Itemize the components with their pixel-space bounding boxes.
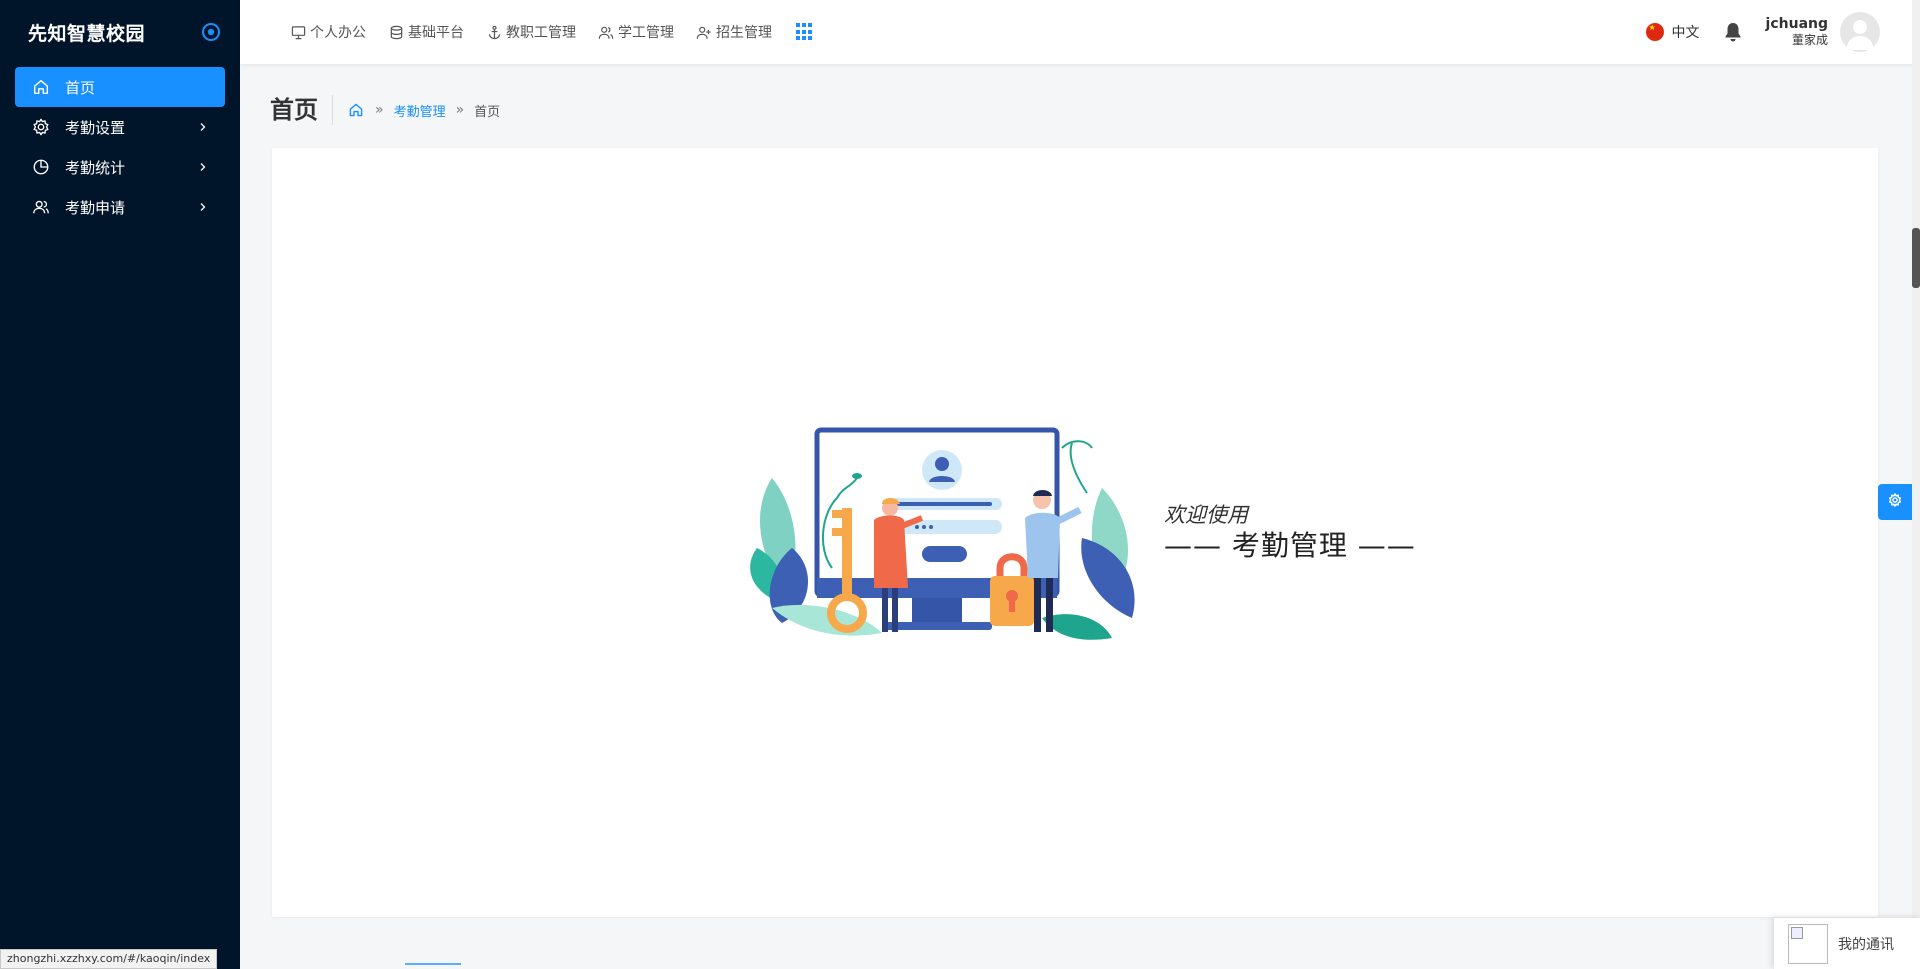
breadcrumb-separator: » (375, 102, 384, 118)
sidebar-item-label: 考勤设置 (65, 118, 126, 137)
sidebar-item-label: 考勤申请 (65, 198, 126, 217)
welcome-title: —— 考勤管理 —— (1164, 529, 1416, 562)
app-grid-icon[interactable] (796, 23, 814, 41)
bell-icon[interactable] (1722, 21, 1744, 43)
language-label: 中文 (1671, 25, 1700, 41)
home-icon (31, 77, 51, 97)
scrollbar-track[interactable] (1912, 0, 1920, 969)
pie-chart-icon (31, 157, 51, 177)
contacts-widget[interactable]: 我的通讯 (1774, 918, 1920, 969)
sidebar-item-label: 考勤统计 (65, 158, 126, 177)
sidebar-item-label: 首页 (65, 78, 96, 97)
chevron-right-icon (197, 201, 209, 213)
nav-base-platform[interactable]: 基础平台 (388, 22, 464, 42)
nav-admission-management[interactable]: 招生管理 (696, 22, 772, 42)
user-add-icon (696, 24, 712, 40)
page-title: 首页 (270, 95, 333, 125)
nav-label: 教职工管理 (506, 25, 576, 41)
brand-title: 先知智慧校园 (28, 22, 146, 45)
nav-label: 招生管理 (716, 25, 772, 41)
welcome-illustration (750, 427, 1135, 640)
nav-personal-office[interactable]: 个人办公 (290, 22, 366, 42)
footer-link-peek (405, 963, 461, 969)
monitor-icon (290, 24, 306, 40)
sidebar-item-attendance-stats[interactable]: 考勤统计 (15, 147, 225, 187)
gear-icon (31, 117, 51, 137)
breadcrumb-link-attendance[interactable]: 考勤管理 (394, 101, 446, 120)
scrollbar-thumb[interactable] (1912, 228, 1920, 288)
nav-staff-management[interactable]: 教职工管理 (486, 22, 576, 42)
users-icon (31, 197, 51, 217)
user-name: jchuang (1765, 16, 1828, 32)
nav-label: 学工管理 (618, 25, 674, 41)
database-icon (388, 24, 404, 40)
welcome-subtitle: 欢迎使用 (1164, 503, 1248, 527)
breadcrumb-home-icon[interactable] (347, 101, 365, 119)
user-info: jchuang 董家成 (1766, 16, 1828, 48)
gear-icon (1888, 492, 1902, 511)
sidebar-item-attendance-settings[interactable]: 考勤设置 (15, 107, 225, 147)
language-switcher[interactable]: 中文 (1645, 22, 1700, 42)
sidebar-item-attendance-apply[interactable]: 考勤申请 (15, 187, 225, 227)
breadcrumb: » 考勤管理 » 首页 (333, 101, 500, 120)
contacts-image-icon (1788, 923, 1828, 964)
header-right: 中文 jchuang 董家成 (1645, 0, 1880, 64)
nav-label: 基础平台 (408, 25, 464, 41)
users-icon (598, 24, 614, 40)
welcome-text: 欢迎使用 —— 考勤管理 —— (1164, 502, 1416, 564)
china-flag-icon (1645, 23, 1664, 41)
page-header: 首页 » 考勤管理 » 首页 (270, 90, 500, 130)
status-url: zhongzhi.xzzhxy.com/#/kaoqin/index (0, 949, 218, 969)
user-org: 董家成 (1791, 33, 1828, 47)
sidebar-item-home[interactable]: 首页 (15, 67, 225, 107)
anchor-icon (486, 24, 502, 40)
chevron-right-icon (197, 121, 209, 133)
breadcrumb-separator: » (455, 102, 465, 118)
sidebar-brand: 先知智慧校园 (0, 0, 240, 64)
chevron-right-icon (197, 161, 209, 173)
content-card: 欢迎使用 —— 考勤管理 —— (272, 148, 1878, 917)
breadcrumb-current: 首页 (474, 104, 501, 120)
nav-student-management[interactable]: 学工管理 (598, 22, 674, 42)
contacts-label: 我的通讯 (1838, 936, 1894, 953)
top-nav: 个人办公 基础平台 教职工管理 学工管理 招生管理 (290, 22, 814, 42)
top-header: 个人办公 基础平台 教职工管理 学工管理 招生管理 ★ 中文 jchuang 董… (240, 0, 1920, 64)
avatar[interactable] (1840, 12, 1880, 52)
settings-float-button[interactable] (1878, 484, 1912, 520)
sidebar-menu: 首页 考勤设置 考勤统计 考勤申请 (0, 64, 240, 230)
user-menu[interactable]: jchuang 董家成 (1766, 12, 1880, 52)
nav-label: 个人办公 (310, 25, 366, 41)
app-root: 先知智慧校园 首页 考勤设置 考勤统计 考勤申请 个人办公 基础平台 教职工管理… (0, 0, 1920, 969)
sidebar: 先知智慧校园 首页 考勤设置 考勤统计 考勤申请 (0, 0, 240, 969)
collapse-toggle-icon[interactable] (200, 21, 222, 43)
